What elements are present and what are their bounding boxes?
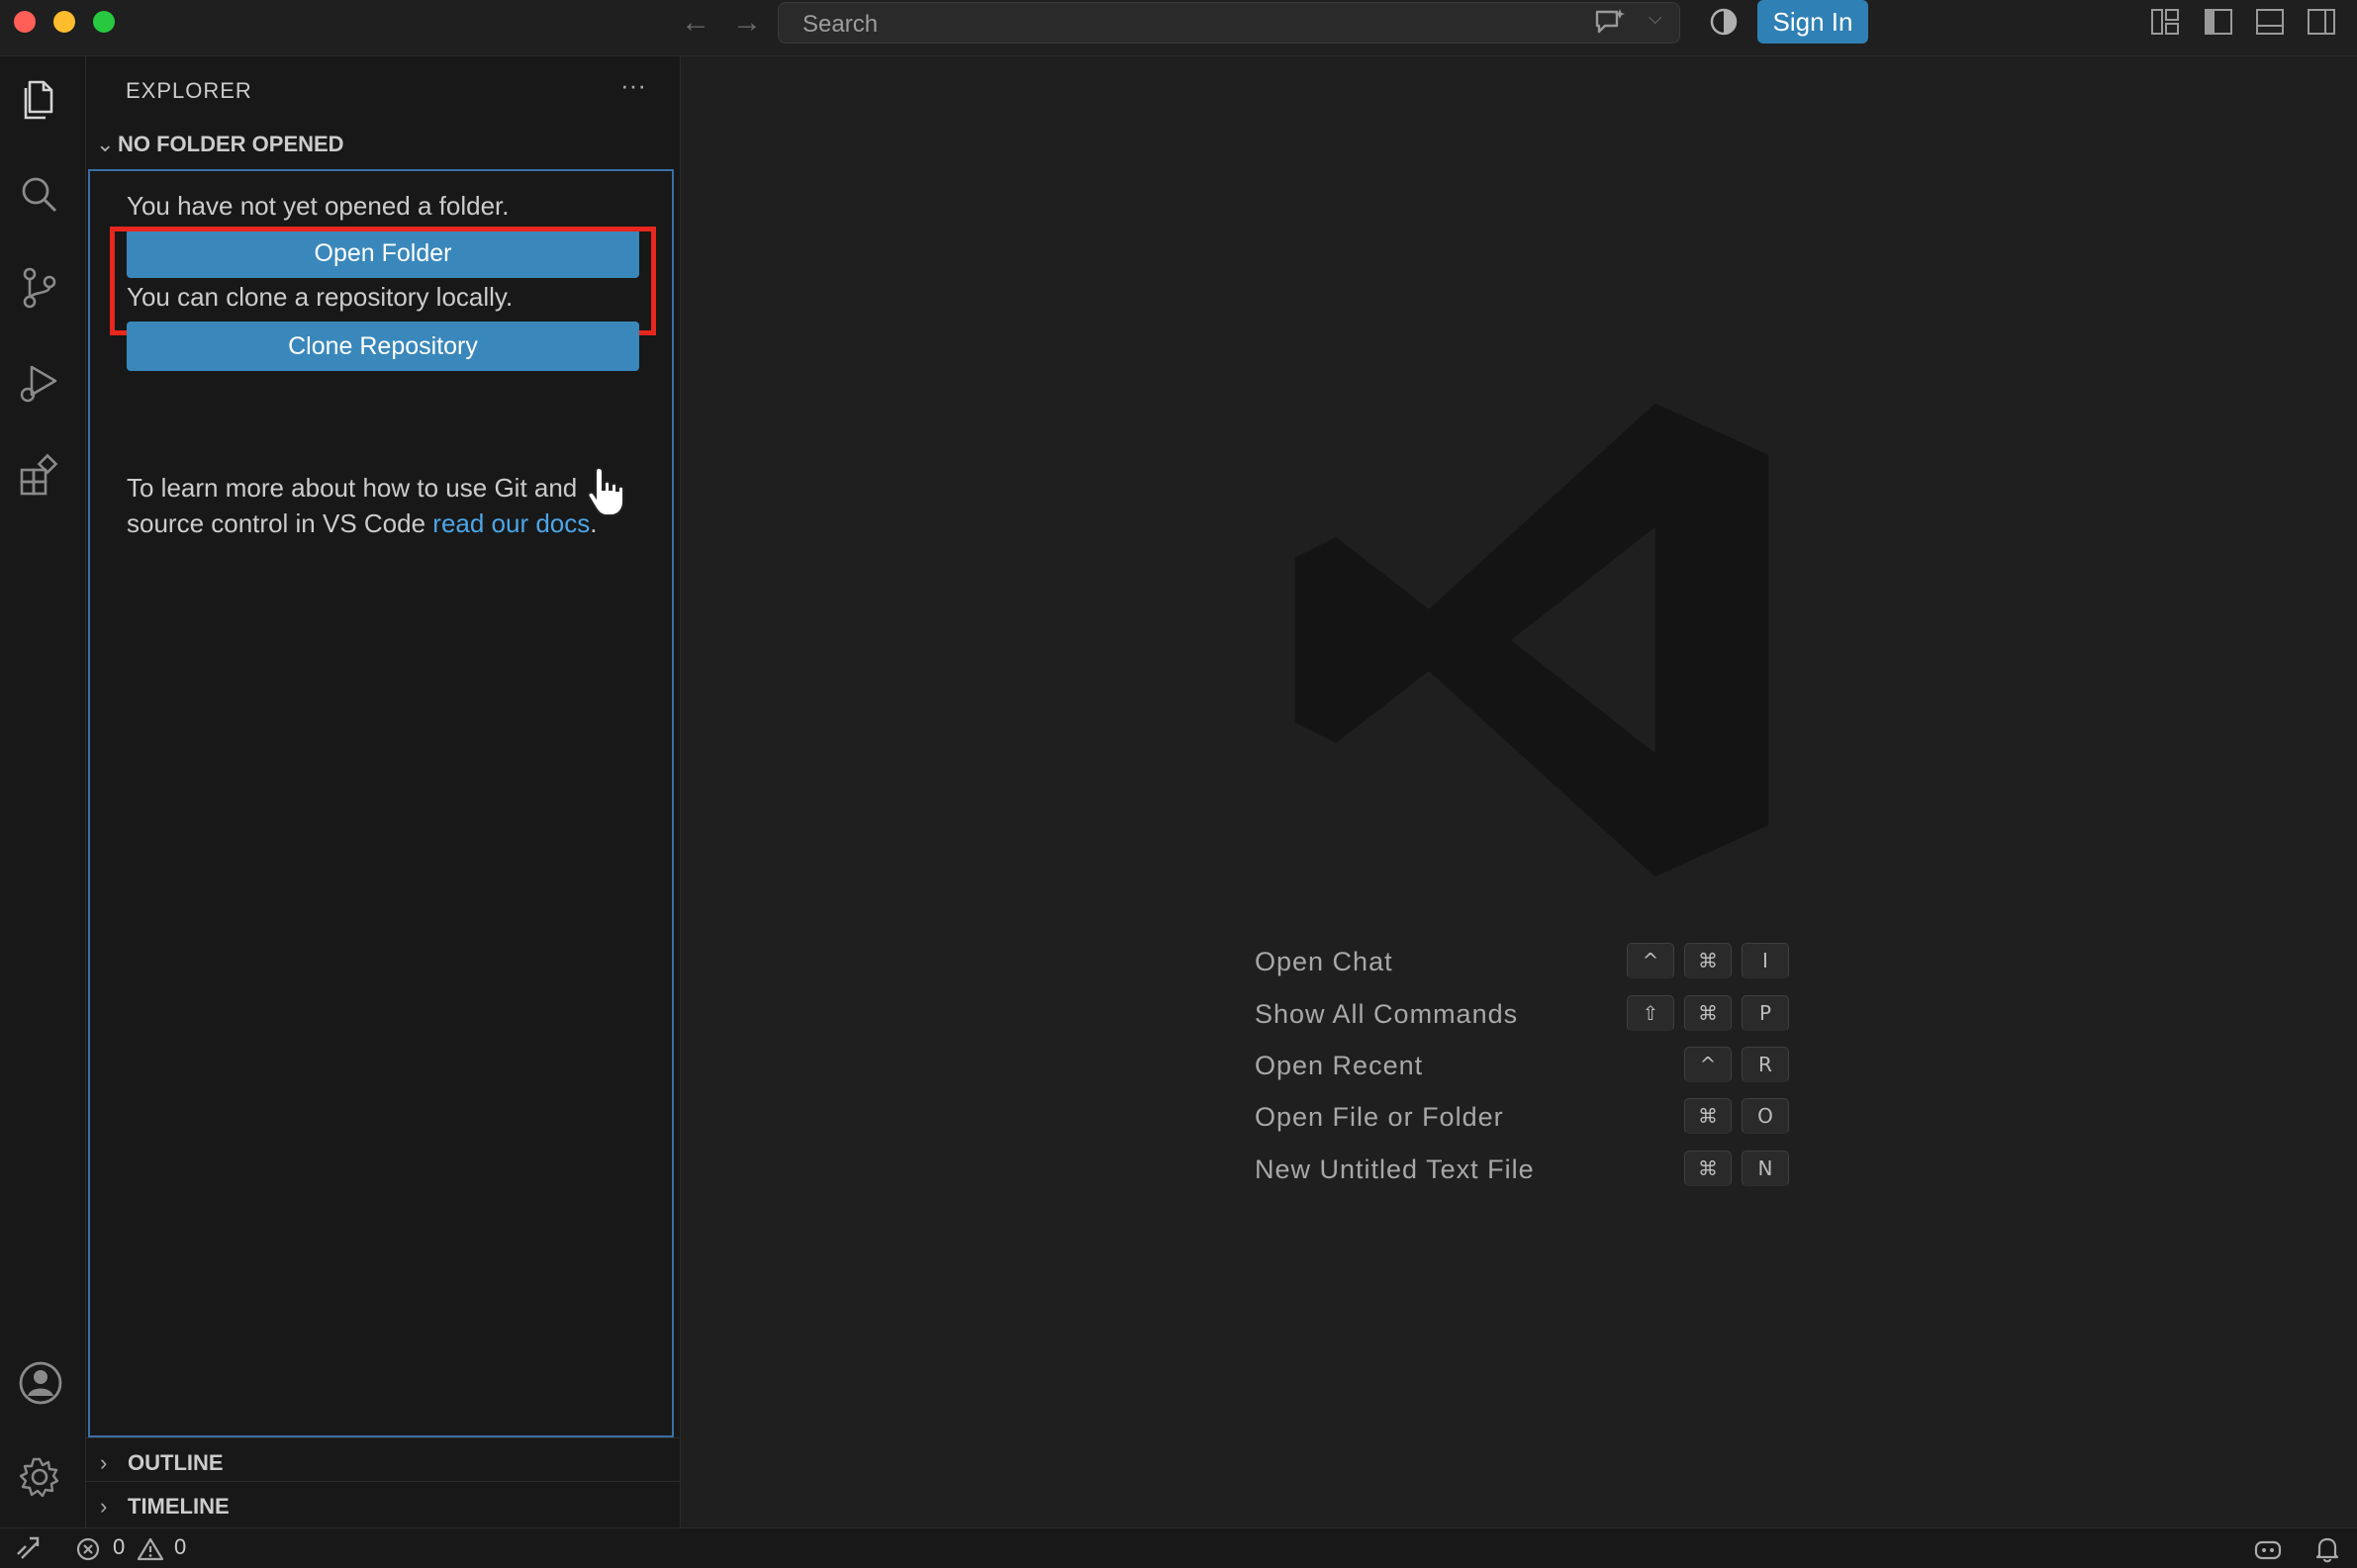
- key: ⌘: [1684, 1098, 1732, 1134]
- vscode-logo-watermark: [1294, 403, 1769, 877]
- shortcut-keys: ⌘ N: [1684, 1151, 1789, 1186]
- shortcut-keys: ^ ⌘ I: [1627, 943, 1789, 978]
- chevron-right-icon: ›: [100, 1450, 108, 1475]
- source-control-icon[interactable]: [16, 264, 63, 312]
- toggle-panel-icon[interactable]: [2254, 6, 2286, 38]
- outline-label: OUTLINE: [128, 1450, 224, 1475]
- shortcut-show-all-commands[interactable]: Show All Commands ⇧ ⌘ P: [1255, 995, 1789, 1035]
- editor-area: Open Chat ^ ⌘ I Show All Commands ⇧ ⌘ P …: [681, 56, 2357, 1527]
- shortcut-open-recent[interactable]: Open Recent ^ R: [1255, 1047, 1789, 1086]
- chevron-down-icon[interactable]: ⌵: [1649, 8, 1662, 29]
- shortcut-open-file-or-folder[interactable]: Open File or Folder ⌘ O: [1255, 1098, 1789, 1138]
- gear-icon[interactable]: [16, 1453, 63, 1501]
- remote-indicator-icon[interactable]: [14, 1534, 42, 1562]
- more-actions-icon[interactable]: ···: [620, 70, 646, 101]
- clone-repository-button[interactable]: Clone Repository: [127, 322, 639, 371]
- close-window-button[interactable]: [14, 11, 36, 33]
- key: ^: [1684, 1047, 1732, 1082]
- learn-more-text: To learn more about how to use Git and s…: [127, 470, 641, 541]
- key: O: [1742, 1098, 1789, 1134]
- shortcut-label: Show All Commands: [1255, 999, 1519, 1029]
- run-and-debug-icon[interactable]: [16, 359, 63, 407]
- divider: [86, 1481, 680, 1482]
- no-folder-message: You have not yet opened a folder.: [127, 191, 510, 221]
- outline-section-header[interactable]: › OUTLINE: [100, 1450, 224, 1476]
- shortcut-label: New Untitled Text File: [1255, 1154, 1535, 1184]
- forward-arrow-icon[interactable]: →: [732, 6, 762, 40]
- sidebar-title: EXPLORER: [126, 78, 252, 103]
- no-folder-section-body: You have not yet opened a folder. Open F…: [88, 169, 674, 1437]
- account-icon[interactable]: [16, 1358, 65, 1408]
- search-icon[interactable]: [16, 171, 63, 219]
- command-center-search[interactable]: Search: [778, 2, 1680, 44]
- timeline-section-header[interactable]: › TIMELINE: [100, 1494, 230, 1520]
- error-count[interactable]: 0: [113, 1534, 125, 1560]
- chat-icon[interactable]: [1593, 6, 1627, 38]
- sign-in-button[interactable]: Sign In: [1757, 0, 1868, 44]
- clone-message: You can clone a repository locally.: [127, 282, 514, 312]
- search-placeholder: Search: [802, 11, 879, 38]
- copilot-status-icon[interactable]: [2252, 1534, 2284, 1564]
- chevron-down-icon: ⌄: [96, 132, 115, 156]
- key: ⌘: [1684, 943, 1732, 978]
- key: ⇧: [1627, 995, 1674, 1031]
- key: N: [1742, 1151, 1789, 1186]
- key: R: [1742, 1047, 1789, 1082]
- shortcut-new-untitled-text-file[interactable]: New Untitled Text File ⌘ N: [1255, 1151, 1789, 1190]
- bell-icon[interactable]: [2313, 1534, 2341, 1564]
- back-arrow-icon[interactable]: ←: [681, 6, 710, 40]
- extensions-icon[interactable]: [16, 452, 63, 500]
- shortcut-keys: ⇧ ⌘ P: [1627, 995, 1789, 1031]
- timeline-label: TIMELINE: [128, 1494, 230, 1519]
- explorer-icon[interactable]: [16, 76, 63, 124]
- highlight-box: [110, 227, 656, 335]
- key: ^: [1627, 943, 1674, 978]
- key: I: [1742, 943, 1789, 978]
- warning-count[interactable]: 0: [174, 1534, 186, 1560]
- key: ⌘: [1684, 995, 1732, 1031]
- maximize-window-button[interactable]: [93, 11, 115, 33]
- title-bar: ← → Search ⌵ Sign In: [0, 0, 2357, 56]
- customize-layout-icon[interactable]: [2149, 6, 2181, 38]
- key: P: [1742, 995, 1789, 1031]
- toggle-primary-sidebar-icon[interactable]: [2203, 6, 2234, 38]
- hand-pointer-cursor-icon: [587, 466, 624, 516]
- copilot-icon[interactable]: [1708, 6, 1740, 38]
- key: ⌘: [1684, 1151, 1732, 1186]
- shortcut-keys: ^ R: [1684, 1047, 1789, 1082]
- chevron-right-icon: ›: [100, 1494, 108, 1519]
- explorer-sidebar: EXPLORER ··· ⌄ NO FOLDER OPENED You have …: [86, 56, 681, 1527]
- warning-icon[interactable]: [137, 1536, 164, 1562]
- shortcut-label: Open File or Folder: [1255, 1102, 1504, 1132]
- shortcut-keys: ⌘ O: [1684, 1098, 1789, 1134]
- docs-link[interactable]: read our docs: [432, 508, 590, 538]
- no-folder-section-header[interactable]: ⌄ NO FOLDER OPENED: [96, 132, 344, 157]
- shortcut-label: Open Recent: [1255, 1051, 1424, 1080]
- shortcut-open-chat[interactable]: Open Chat ^ ⌘ I: [1255, 943, 1789, 982]
- toggle-secondary-sidebar-icon[interactable]: [2306, 6, 2337, 38]
- activity-bar: [0, 56, 86, 1527]
- shortcut-label: Open Chat: [1255, 947, 1393, 976]
- error-icon[interactable]: [75, 1536, 101, 1562]
- divider: [86, 1437, 680, 1438]
- section-title: NO FOLDER OPENED: [118, 132, 344, 156]
- status-bar: 0 0: [0, 1527, 2357, 1568]
- minimize-window-button[interactable]: [53, 11, 75, 33]
